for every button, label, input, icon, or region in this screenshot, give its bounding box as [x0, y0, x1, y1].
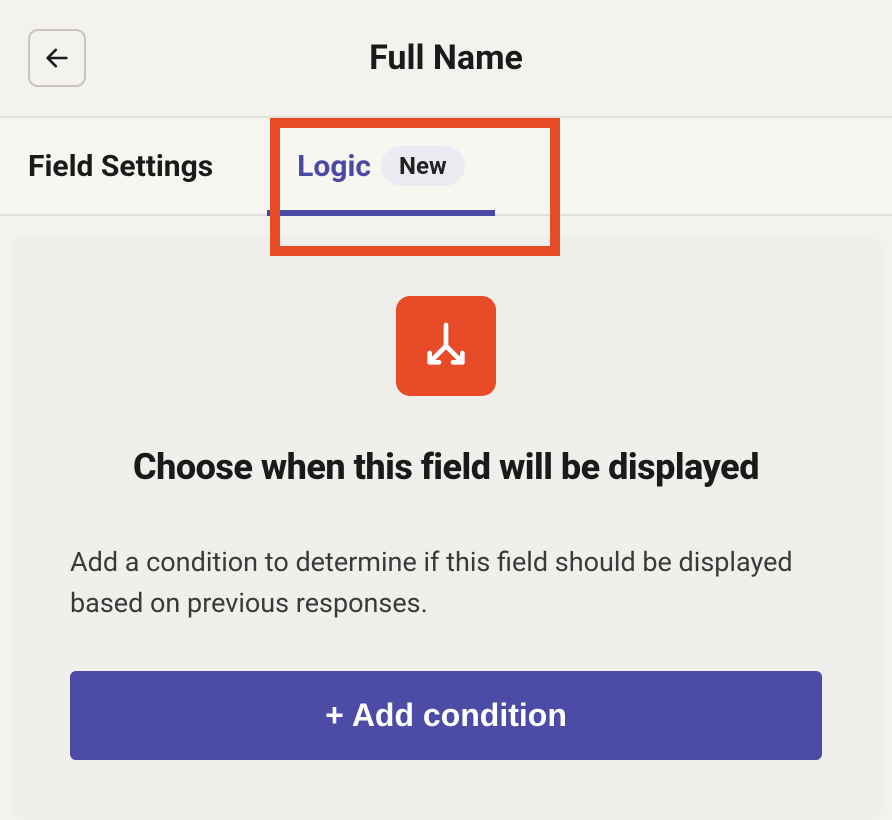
- card-title: Choose when this field will be displayed: [133, 446, 759, 488]
- tab-logic[interactable]: Logic New: [267, 118, 494, 214]
- tab-label: Logic: [297, 149, 371, 184]
- tabs-wrapper: Field Settings Logic New: [0, 118, 892, 216]
- branch-merge-icon: [418, 318, 474, 374]
- back-button[interactable]: [28, 29, 86, 87]
- button-label: Add condition: [352, 697, 567, 734]
- page-title: Full Name: [369, 38, 523, 78]
- tab-label: Field Settings: [28, 149, 213, 184]
- tabs: Field Settings Logic New: [0, 118, 892, 216]
- tab-field-settings[interactable]: Field Settings: [28, 118, 213, 214]
- header: Full Name: [0, 0, 892, 116]
- card-description: Add a condition to determine if this fie…: [70, 542, 822, 623]
- add-condition-button[interactable]: + Add condition: [70, 671, 822, 760]
- plus-icon: +: [325, 697, 344, 734]
- new-badge: New: [381, 146, 465, 186]
- logic-card: Choose when this field will be displayed…: [10, 236, 882, 820]
- tab-underline: [267, 210, 494, 216]
- arrow-left-icon: [43, 44, 71, 72]
- content: Choose when this field will be displayed…: [0, 216, 892, 820]
- logic-icon-badge: [396, 296, 496, 396]
